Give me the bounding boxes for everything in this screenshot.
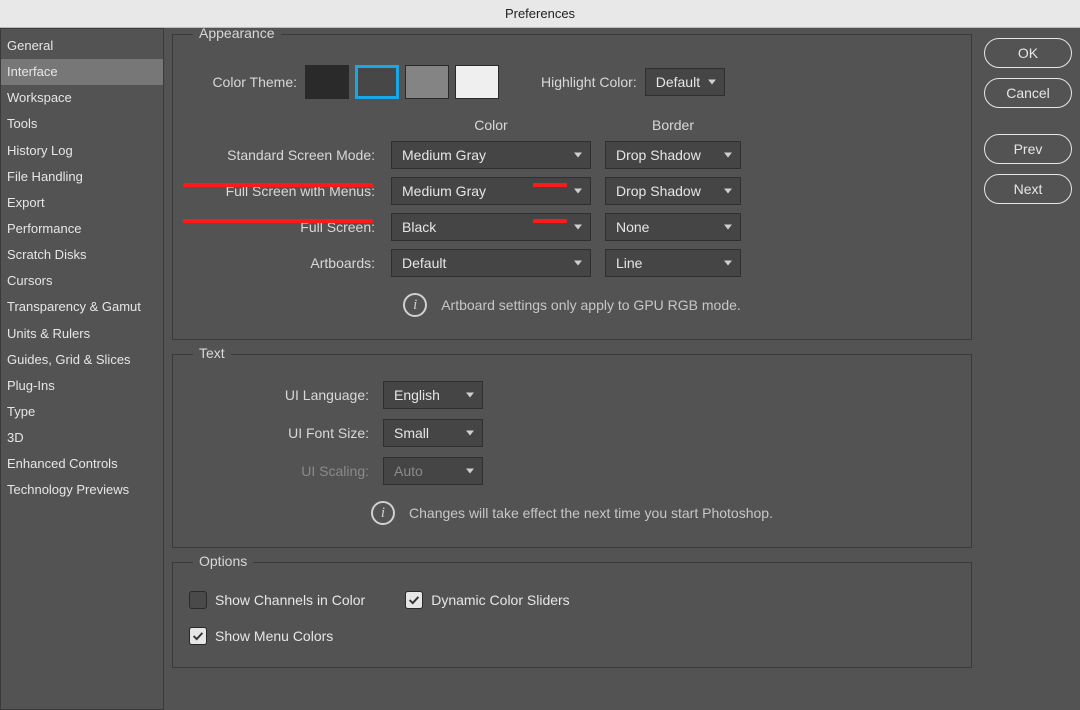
artboards-color-dropdown[interactable]: Default	[391, 249, 591, 277]
show-menu-colors-label: Show Menu Colors	[215, 628, 333, 644]
show-channels-checkbox[interactable]	[189, 591, 207, 609]
dialog-buttons: OK Cancel Prev Next	[976, 28, 1080, 710]
artboards-label: Artboards:	[197, 255, 377, 271]
column-header-color: Color	[391, 117, 591, 133]
sidebar-item-tools[interactable]: Tools	[1, 111, 163, 137]
ui-language-label: UI Language:	[229, 387, 369, 403]
text-info-text: Changes will take effect the next time y…	[409, 505, 773, 521]
sidebar-item-enhanced-controls[interactable]: Enhanced Controls	[1, 451, 163, 477]
sidebar-item-performance[interactable]: Performance	[1, 216, 163, 242]
sidebar-item-general[interactable]: General	[1, 33, 163, 59]
sidebar-item-export[interactable]: Export	[1, 190, 163, 216]
sidebar-item-workspace[interactable]: Workspace	[1, 85, 163, 111]
ui-font-size-label: UI Font Size:	[229, 425, 369, 441]
fullscreen-menus-color-dropdown[interactable]: Medium Gray	[391, 177, 591, 205]
sidebar-item-history-log[interactable]: History Log	[1, 138, 163, 164]
annotation-redline	[533, 219, 567, 223]
options-legend: Options	[193, 553, 253, 569]
sidebar-item-file-handling[interactable]: File Handling	[1, 164, 163, 190]
sidebar-item-plug-ins[interactable]: Plug-Ins	[1, 373, 163, 399]
color-theme-swatch-1[interactable]	[355, 65, 399, 99]
color-theme-swatches	[305, 65, 499, 99]
sidebar-item-technology-previews[interactable]: Technology Previews	[1, 477, 163, 503]
ui-language-dropdown[interactable]: English	[383, 381, 483, 409]
artboards-border-dropdown[interactable]: Line	[605, 249, 741, 277]
annotation-redline	[183, 183, 373, 187]
window-titlebar: Preferences	[0, 0, 1080, 28]
annotation-redline	[533, 183, 567, 187]
sidebar-item-cursors[interactable]: Cursors	[1, 268, 163, 294]
dynamic-sliders-checkbox[interactable]	[405, 591, 423, 609]
highlight-color-label: Highlight Color:	[541, 74, 637, 90]
column-header-border: Border	[605, 117, 741, 133]
fullscreen-menus-border-dropdown[interactable]: Drop Shadow	[605, 177, 741, 205]
ok-button[interactable]: OK	[984, 38, 1072, 68]
color-theme-swatch-2[interactable]	[405, 65, 449, 99]
sidebar-item-3d[interactable]: 3D	[1, 425, 163, 451]
appearance-info-text: Artboard settings only apply to GPU RGB …	[441, 297, 741, 313]
text-group: Text UI Language: English UI Font Size: …	[172, 354, 972, 548]
standard-screen-label: Standard Screen Mode:	[197, 147, 377, 163]
standard-screen-border-dropdown[interactable]: Drop Shadow	[605, 141, 741, 169]
sidebar-item-guides-grid-slices[interactable]: Guides, Grid & Slices	[1, 347, 163, 373]
color-theme-swatch-3[interactable]	[455, 65, 499, 99]
appearance-group: Appearance Color Theme: Highlight Color:…	[172, 34, 972, 340]
sidebar-item-transparency-gamut[interactable]: Transparency & Gamut	[1, 294, 163, 320]
window-title: Preferences	[505, 6, 575, 21]
ui-font-size-dropdown[interactable]: Small	[383, 419, 483, 447]
color-theme-label: Color Theme:	[189, 74, 297, 90]
show-menu-colors-checkbox[interactable]	[189, 627, 207, 645]
info-icon: i	[371, 501, 395, 525]
ui-scaling-dropdown: Auto	[383, 457, 483, 485]
annotation-redline	[183, 219, 373, 223]
color-theme-swatch-0[interactable]	[305, 65, 349, 99]
ui-scaling-label: UI Scaling:	[229, 463, 369, 479]
fullscreen-color-dropdown[interactable]: Black	[391, 213, 591, 241]
info-icon: i	[403, 293, 427, 317]
text-legend: Text	[193, 345, 231, 361]
cancel-button[interactable]: Cancel	[984, 78, 1072, 108]
sidebar-item-scratch-disks[interactable]: Scratch Disks	[1, 242, 163, 268]
appearance-legend: Appearance	[193, 28, 281, 41]
next-button[interactable]: Next	[984, 174, 1072, 204]
options-group: Options Show Channels in Color Dynamic C…	[172, 562, 972, 668]
sidebar-item-units-rulers[interactable]: Units & Rulers	[1, 321, 163, 347]
standard-screen-color-dropdown[interactable]: Medium Gray	[391, 141, 591, 169]
highlight-color-value: Default	[656, 74, 700, 90]
show-channels-label: Show Channels in Color	[215, 592, 365, 608]
fullscreen-border-dropdown[interactable]: None	[605, 213, 741, 241]
sidebar-item-interface[interactable]: Interface	[1, 59, 163, 85]
prev-button[interactable]: Prev	[984, 134, 1072, 164]
dynamic-sliders-label: Dynamic Color Sliders	[431, 592, 569, 608]
sidebar-item-type[interactable]: Type	[1, 399, 163, 425]
category-sidebar: GeneralInterfaceWorkspaceToolsHistory Lo…	[0, 28, 164, 710]
highlight-color-dropdown[interactable]: Default	[645, 68, 725, 96]
preferences-main: Appearance Color Theme: Highlight Color:…	[164, 28, 976, 710]
